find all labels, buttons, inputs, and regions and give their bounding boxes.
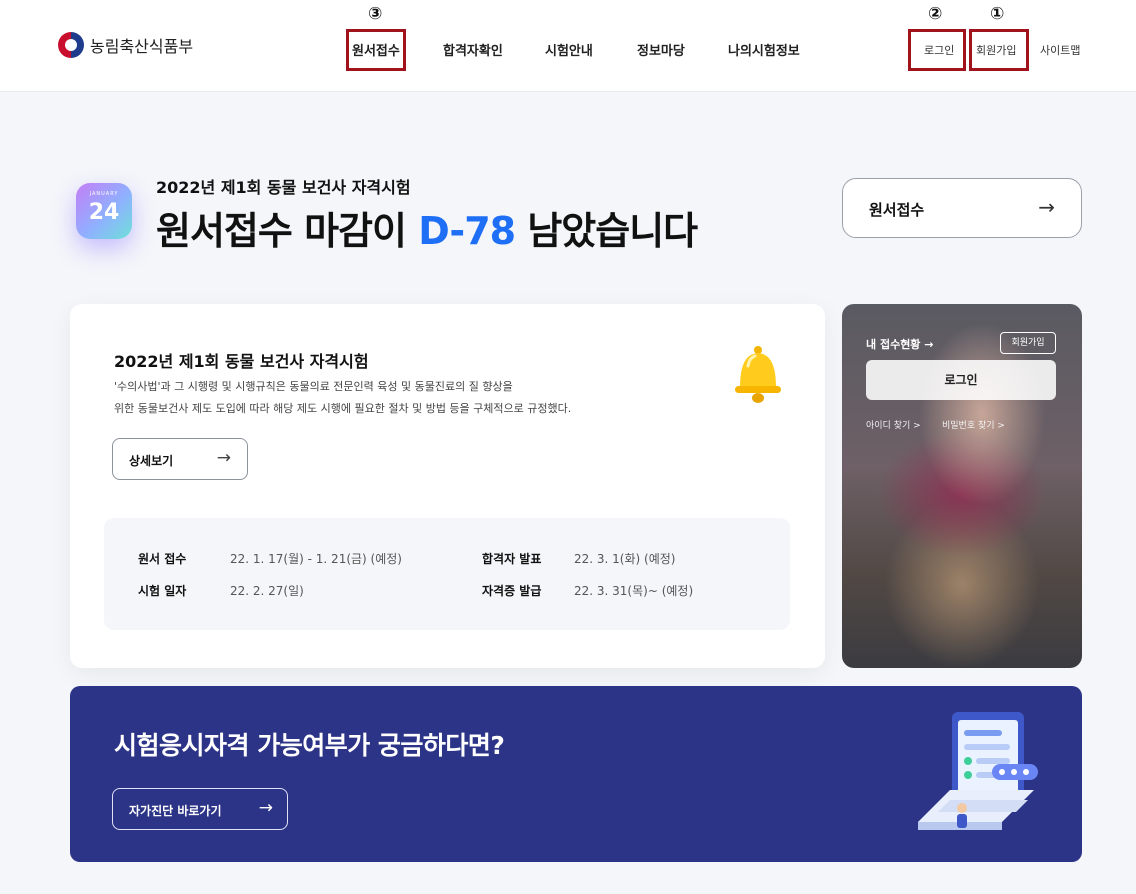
calendar-icon: JANUARY 24 <box>76 183 132 239</box>
dday-count: D-78 <box>418 209 516 253</box>
calendar-month: JANUARY <box>89 191 119 197</box>
schedule-value: 22. 3. 1(화) (예정) <box>574 552 676 566</box>
laptop-illustration-icon <box>918 712 1038 830</box>
find-id-link[interactable]: 아이디 찾기 > <box>866 418 921 431</box>
self-check-button[interactable]: 자가진단 바로가기 → <box>112 788 288 830</box>
login-panel: 내 접수현황 → 회원가입 로그인 아이디 찾기 > 비밀번호 찾기 > <box>842 304 1082 668</box>
hero-title-prefix: 원서접수 마감이 <box>156 209 419 253</box>
card-description: '수의사법'과 그 시행령 및 시행규칙은 동물의료 전문인력 육성 및 동물진… <box>114 376 674 420</box>
banner-title: 시험응시자격 가능여부가 궁금하다면? <box>114 731 505 760</box>
arrow-right-icon: → <box>1038 195 1055 219</box>
hero-subtitle: 2022년 제1회 동물 보건사 자격시험 <box>156 178 411 197</box>
self-check-button-label: 자가진단 바로가기 <box>129 804 222 818</box>
nav-item-info[interactable]: 정보마당 <box>637 40 685 59</box>
apply-button[interactable]: 원서접수 → <box>842 178 1082 238</box>
schedule-key: 합격자 발표 <box>482 552 542 566</box>
arrow-right-icon: → <box>258 798 273 818</box>
schedule-key: 원서 접수 <box>138 552 187 566</box>
schedule-value: 22. 3. 31(목)~ (예정) <box>574 584 694 598</box>
government-emblem-icon <box>58 32 84 58</box>
arrow-right-icon: → <box>216 448 231 468</box>
annotation-number-2: ② <box>928 4 943 24</box>
panel-signup-button[interactable]: 회원가입 <box>1000 332 1056 354</box>
detail-button-label: 상세보기 <box>129 454 174 468</box>
annotation-number-3: ③ <box>368 4 383 24</box>
self-check-banner: 시험응시자격 가능여부가 궁금하다면? 자가진단 바로가기 → <box>70 686 1082 862</box>
logo[interactable]: 농림축산식품부 <box>58 32 193 58</box>
nav-item-result[interactable]: 합격자확인 <box>443 40 503 59</box>
my-application-status-link[interactable]: 내 접수현황 → <box>866 336 933 352</box>
card-title: 2022년 제1회 동물 보건사 자격시험 <box>114 352 369 371</box>
annotation-box-apply <box>346 29 406 71</box>
schedule-value: 22. 2. 27(일) <box>230 584 304 598</box>
panel-login-button[interactable]: 로그인 <box>866 360 1056 400</box>
exam-info-card: 2022년 제1회 동물 보건사 자격시험 '수의사법'과 그 시행령 및 시행… <box>70 304 825 668</box>
calendar-day: 24 <box>88 200 120 225</box>
logo-text: 농림축산식품부 <box>90 37 194 56</box>
apply-button-label: 원서접수 <box>869 201 925 219</box>
schedule-key: 시험 일자 <box>138 584 187 598</box>
find-password-link[interactable]: 비밀번호 찾기 > <box>942 418 1005 431</box>
detail-button[interactable]: 상세보기 → <box>112 438 248 480</box>
annotation-number-1: ① <box>990 4 1005 24</box>
bell-icon <box>735 346 781 403</box>
nav-item-my-exam[interactable]: 나의시험정보 <box>728 40 800 59</box>
schedule-value: 22. 1. 17(월) - 1. 21(금) (예정) <box>230 552 402 566</box>
hero-title: 원서접수 마감이 D-78 남았습니다 <box>156 200 698 255</box>
schedule-key: 자격증 발급 <box>482 584 542 598</box>
annotation-box-login <box>908 29 966 71</box>
annotation-box-signup <box>969 29 1029 71</box>
nav-item-exam-guide[interactable]: 시험안내 <box>545 40 593 59</box>
schedule-box: 원서 접수 22. 1. 17(월) - 1. 21(금) (예정) 합격자 발… <box>104 518 790 630</box>
hero-title-suffix: 남았습니다 <box>515 209 698 253</box>
sitemap-link[interactable]: 사이트맵 <box>1040 42 1080 58</box>
card-description-line: 위한 동물보건사 제도 도입에 따라 해당 제도 시행에 필요한 절차 및 방법… <box>114 402 572 415</box>
card-description-line: '수의사법'과 그 시행령 및 시행규칙은 동물의료 전문인력 육성 및 동물진… <box>114 380 513 393</box>
